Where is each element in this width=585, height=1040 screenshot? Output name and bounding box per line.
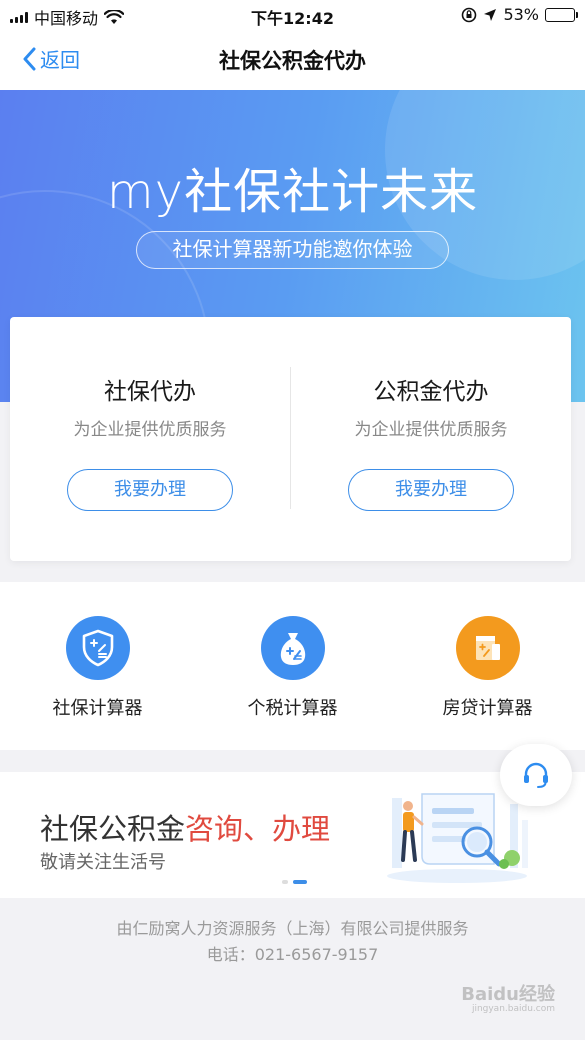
social-security-apply-button[interactable]: 我要办理	[67, 469, 233, 511]
footer: 由仁励窝人力资源服务（上海）有限公司提供服务 电话：021-6567-9157	[0, 916, 585, 968]
battery-icon	[545, 7, 578, 22]
money-bag-calculator-icon	[260, 616, 325, 680]
status-right: 53%	[461, 5, 578, 24]
service-card: 社保代办 为企业提供优质服务 我要办理 公积金代办 为企业提供优质服务 我要办理	[10, 317, 571, 561]
service-title: 社保代办	[104, 379, 196, 405]
promo-title-main: 社保公积金	[40, 812, 186, 846]
headset-icon	[524, 762, 548, 788]
service-title: 公积金代办	[373, 379, 489, 405]
mortgage-calculator[interactable]: 房贷计算器	[390, 616, 585, 720]
watermark-text: Baidu经验	[461, 984, 555, 1005]
promo-subtitle: 敬请关注生活号	[40, 852, 166, 873]
housing-fund-service: 公积金代办 为企业提供优质服务 我要办理	[291, 317, 571, 561]
calculator-label: 个税计算器	[247, 698, 338, 719]
calculator-label: 社保计算器	[52, 698, 143, 719]
consultant-illustration	[387, 793, 528, 883]
service-desc: 为企业提供优质服务	[73, 420, 227, 440]
watermark-logo: Baidu经验 jingyan.baidu.com	[461, 980, 555, 1014]
rotation-lock-icon	[462, 7, 477, 22]
battery-percent: 53%	[503, 5, 539, 24]
location-icon	[484, 8, 497, 21]
status-bar: 中国移动 下午12:42 53%	[0, 0, 585, 30]
banner-subtitle-pill: 社保计算器新功能邀你体验	[136, 231, 449, 269]
shield-calculator-icon	[65, 616, 130, 680]
service-desc: 为企业提供优质服务	[354, 420, 508, 440]
footer-phone: 电话：021-6567-9157	[206, 945, 379, 964]
social-security-service: 社保代办 为企业提供优质服务 我要办理	[10, 317, 290, 561]
housing-fund-apply-button[interactable]: 我要办理	[348, 469, 514, 511]
house-calculator-icon	[455, 616, 520, 680]
footer-provider: 由仁励窝人力资源服务（上海）有限公司提供服务	[116, 919, 469, 938]
nav-bar: 返回 社保公积金代办	[0, 30, 585, 90]
social-security-calculator[interactable]: 社保计算器	[0, 616, 195, 720]
promo-title-highlight: 咨询、办理	[185, 812, 331, 846]
promo-title: 社保公积金咨询、办理	[40, 806, 330, 848]
banner-headline: my社保社计未来	[106, 164, 479, 220]
calculator-label: 房贷计算器	[442, 698, 533, 719]
carousel-indicator	[282, 880, 307, 884]
calculator-grid: 社保计算器 个税计算器 房贷计算器	[0, 582, 585, 750]
customer-service-button[interactable]	[500, 744, 572, 806]
income-tax-calculator[interactable]: 个税计算器	[195, 616, 390, 720]
watermark-sub: jingyan.baidu.com	[471, 1004, 555, 1014]
consult-promo[interactable]: 社保公积金咨询、办理 敬请关注生活号	[0, 772, 585, 898]
page-title: 社保公积金代办	[219, 49, 366, 73]
